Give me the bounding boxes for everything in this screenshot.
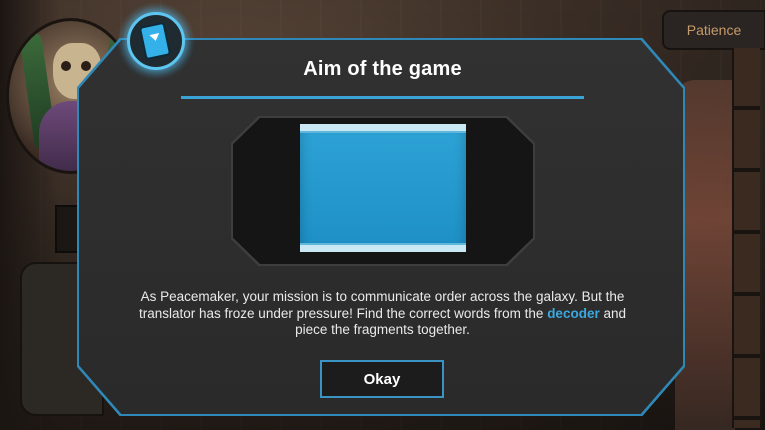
patience-tab: Patience [662,10,765,50]
screen-strip-top [300,124,466,133]
patience-meter [732,48,760,428]
patience-label: Patience [686,22,742,38]
dialog-body-text: As Peacemaker, your mission is to commun… [135,289,630,339]
decoder-keyword: decoder [547,305,600,321]
title-divider [181,96,584,99]
dialog-title: Aim of the game [303,58,462,80]
okay-button[interactable]: Okay [320,360,444,398]
screen-strip-bottom [300,243,466,252]
illustration-screen [300,124,466,252]
